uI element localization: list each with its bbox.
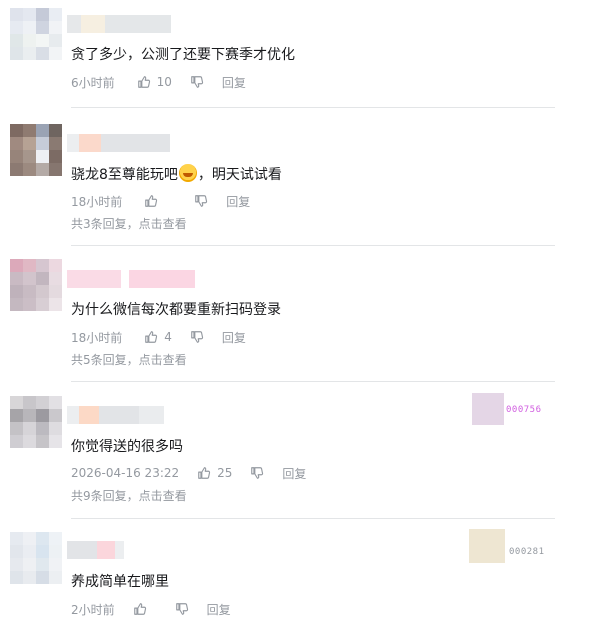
comment-time: 18小时前 xyxy=(71,330,123,345)
thumb-up-icon xyxy=(133,603,146,615)
comment-text: 为什么微信每次都要重新扫码登录 xyxy=(71,302,281,318)
view-replies-link[interactable]: 共5条回复，点击查看 xyxy=(71,351,187,368)
username[interactable] xyxy=(67,406,164,424)
like-button[interactable]: 10 xyxy=(137,75,172,89)
fan-badge[interactable]: 000756 xyxy=(472,393,542,425)
thumb-down-icon xyxy=(191,331,204,343)
view-replies-link[interactable]: 共3条回复，点击查看 xyxy=(71,215,187,232)
dislike-button[interactable] xyxy=(190,330,204,344)
thumb-down-icon xyxy=(251,467,264,479)
like-button[interactable]: 4 xyxy=(144,330,172,344)
comment-text: 骁龙8至尊能玩吧 ，明天试试看 xyxy=(71,164,282,185)
username[interactable] xyxy=(67,270,195,288)
fan-badge[interactable]: 000281 xyxy=(469,529,545,563)
divider xyxy=(71,107,555,108)
comment-text: 养成简单在哪里 xyxy=(71,574,169,590)
like-button[interactable] xyxy=(144,194,164,208)
comment-time: 2小时前 xyxy=(71,602,115,617)
reply-button[interactable]: 回复 xyxy=(282,465,306,482)
reply-button[interactable]: 回复 xyxy=(222,329,246,346)
avatar[interactable] xyxy=(10,532,62,584)
divider xyxy=(71,518,555,519)
badge-image xyxy=(469,529,505,563)
dislike-button[interactable] xyxy=(194,194,208,208)
divider xyxy=(71,245,555,246)
thumb-up-icon xyxy=(198,467,211,479)
comment-meta: 18小时前 4 回复 xyxy=(71,328,246,346)
comment-meta: 6小时前 10 回复 xyxy=(71,73,246,91)
dislike-button[interactable] xyxy=(175,602,189,616)
comment-meta: 2026-04-16 23:22 25 回复 xyxy=(71,464,306,482)
comment-meta: 2小时前 回复 xyxy=(71,600,231,618)
avatar[interactable] xyxy=(10,8,62,60)
like-button[interactable] xyxy=(133,602,153,616)
comment-time: 6小时前 xyxy=(71,75,115,90)
comment-text: 贪了多少，公测了还要下赛季才优化 xyxy=(71,47,295,63)
badge-number: 000756 xyxy=(506,405,542,415)
comment-time: 2026-04-16 23:22 xyxy=(71,466,180,480)
like-button[interactable]: 25 xyxy=(197,466,232,480)
comment-text-part: ，明天试试看 xyxy=(197,167,282,183)
view-replies-link[interactable]: 共9条回复，点击查看 xyxy=(71,487,187,504)
badge-number: 000281 xyxy=(509,547,545,557)
badge-image xyxy=(472,393,504,425)
comment-text-part: 骁龙8至尊能玩吧 xyxy=(71,167,178,183)
thumb-up-icon xyxy=(137,76,150,88)
avatar[interactable] xyxy=(10,259,62,311)
like-count: 4 xyxy=(164,330,172,344)
like-count: 25 xyxy=(217,466,233,480)
comment-text: 你觉得送的很多吗 xyxy=(71,439,183,455)
reply-button[interactable]: 回复 xyxy=(222,74,246,91)
thumb-down-icon xyxy=(195,195,208,207)
laughing-emoji-icon xyxy=(178,164,197,182)
reply-button[interactable]: 回复 xyxy=(226,193,250,210)
username[interactable] xyxy=(67,541,124,559)
reply-button[interactable]: 回复 xyxy=(207,601,231,618)
dislike-button[interactable] xyxy=(190,75,204,89)
thumb-up-icon xyxy=(145,331,158,343)
like-count: 10 xyxy=(156,75,172,89)
avatar[interactable] xyxy=(10,396,62,448)
username[interactable] xyxy=(67,15,171,33)
dislike-button[interactable] xyxy=(250,466,264,480)
comment-time: 18小时前 xyxy=(71,194,123,209)
thumb-up-icon xyxy=(145,195,158,207)
divider xyxy=(71,381,555,382)
comment-meta: 18小时前 回复 xyxy=(71,192,250,210)
thumb-down-icon xyxy=(175,603,188,615)
thumb-down-icon xyxy=(191,76,204,88)
username[interactable] xyxy=(67,134,170,152)
avatar[interactable] xyxy=(10,124,62,176)
